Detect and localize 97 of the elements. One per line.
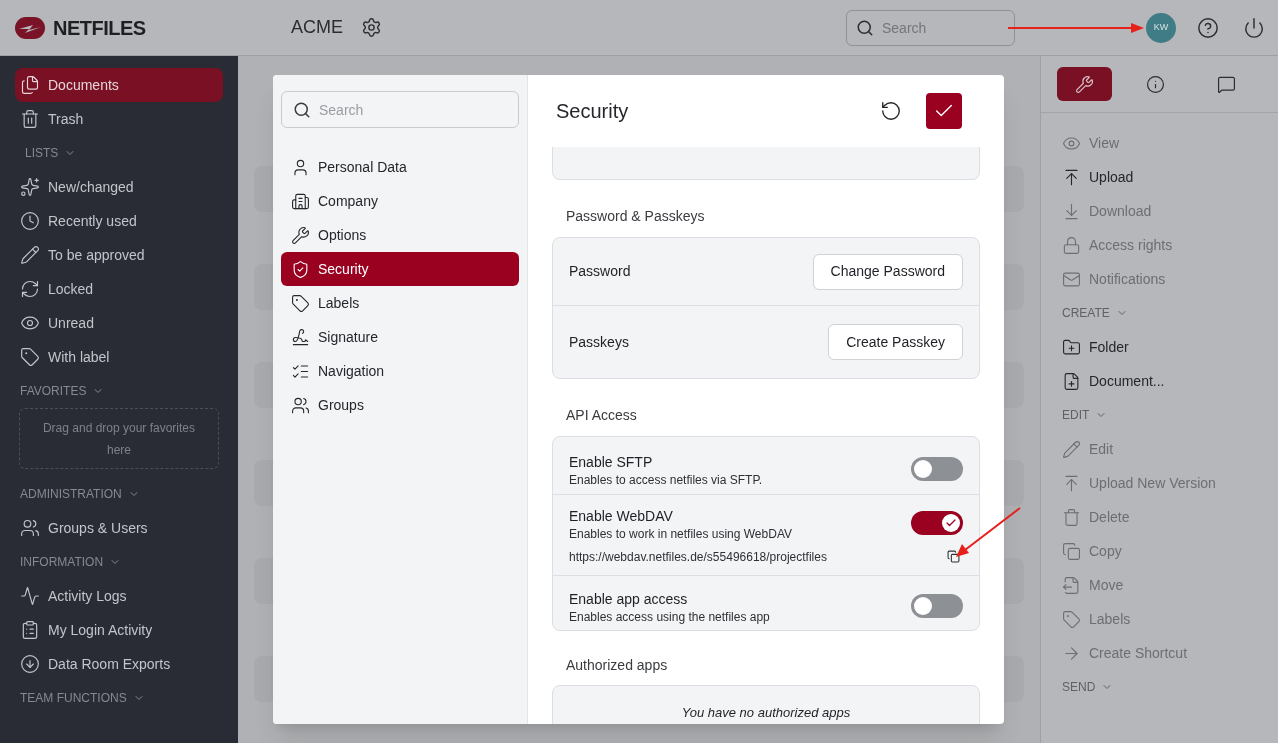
documents-icon: [20, 75, 40, 95]
action-button[interactable]: Change Password: [812, 253, 963, 290]
sidebar-item[interactable]: Documents: [15, 68, 223, 102]
logo-text: NETFILES: [53, 15, 146, 41]
reset-icon[interactable]: [880, 100, 902, 122]
save-button[interactable]: [926, 93, 962, 129]
section-header[interactable]: FAVORITES: [20, 382, 87, 400]
folder-plus-icon: [1062, 337, 1081, 357]
user-avatar[interactable]: KW: [1146, 12, 1176, 43]
search-field[interactable]: Search: [281, 91, 519, 128]
pencil-icon: [1062, 439, 1081, 459]
users-icon: [291, 395, 310, 415]
sidebar-item[interactable]: New/changed: [15, 170, 223, 204]
copy-icon[interactable]: [947, 550, 960, 563]
section-title: Authorized apps: [565, 656, 669, 675]
sidebar-item[interactable]: Recently used: [15, 204, 223, 238]
row-label: Password: [569, 262, 632, 281]
toggle-switch[interactable]: [911, 457, 963, 481]
sparkle-star-icon: [20, 177, 40, 197]
comment-icon: [1217, 74, 1236, 94]
settings-nav-item[interactable]: Options: [281, 218, 519, 252]
tag-icon: [20, 347, 40, 367]
section-header[interactable]: LISTS: [25, 144, 59, 162]
search-icon: [856, 18, 874, 37]
shield-icon: [291, 259, 310, 279]
wrench-icon: [291, 225, 310, 245]
row-label: Passkeys: [569, 332, 630, 352]
annotation-arrow: [955, 506, 1022, 558]
workspace-name: ACME: [291, 16, 343, 39]
favorites-dropzone: Drag and drop your favorites here: [19, 408, 219, 469]
action-item[interactable]: Folder: [1062, 330, 1257, 364]
list-icon: [20, 620, 40, 640]
power-icon[interactable]: [1243, 16, 1265, 39]
sidebar-item[interactable]: Unread: [15, 306, 223, 340]
sidebar-item[interactable]: To be approved: [15, 238, 223, 272]
sidebar-item[interactable]: My Login Activity: [15, 613, 223, 647]
sidebar-item[interactable]: With label: [15, 340, 223, 374]
section-title: API Access: [565, 406, 638, 425]
info-icon: [1146, 74, 1165, 94]
search-icon: [293, 101, 311, 119]
settings-nav-item[interactable]: Personal Data: [281, 150, 519, 184]
trash-icon: [1062, 507, 1081, 527]
sidebar-item[interactable]: Trash: [15, 102, 223, 136]
empty-message: You have no authorized apps: [681, 704, 851, 722]
file-plus-icon: [1062, 371, 1081, 391]
settings-nav-item[interactable]: Navigation: [281, 354, 519, 388]
section-header[interactable]: TEAM FUNCTIONS: [20, 689, 127, 707]
building-icon: [291, 191, 310, 211]
wrench-icon: [1075, 74, 1094, 94]
help-icon[interactable]: [1197, 16, 1219, 39]
download-icon: [1062, 201, 1081, 221]
upload-icon: [1062, 473, 1081, 493]
logo-icon: [15, 16, 45, 39]
settings-nav-item[interactable]: Security: [281, 252, 519, 286]
setting-label: Enable app access: [569, 590, 689, 608]
trash-icon: [20, 109, 40, 129]
search-field[interactable]: Search: [846, 9, 1015, 46]
users-icon: [20, 518, 40, 538]
setting-label: Enable WebDAV: [569, 507, 674, 525]
setting-description: Enables to access netfiles via SFTP.: [569, 472, 764, 489]
pencil-icon: [20, 245, 40, 265]
copy-icon: [1062, 541, 1081, 561]
settings-icon[interactable]: [361, 17, 382, 38]
setting-description: Enables to work in netfiles using WebDAV: [569, 526, 793, 543]
file-move-icon: [1062, 575, 1081, 595]
refresh-icon: [20, 279, 40, 299]
lock-icon: [1062, 235, 1081, 255]
action-item[interactable]: Upload: [1062, 160, 1257, 194]
section-title: Password & Passkeys: [565, 207, 706, 226]
dialog-title: Security: [556, 99, 630, 124]
clock-icon: [20, 211, 40, 231]
signature-icon: [291, 327, 310, 347]
user-icon: [291, 157, 310, 177]
tag-icon: [1062, 609, 1081, 629]
tag-icon: [291, 293, 310, 313]
panel-tab[interactable]: [1057, 67, 1112, 101]
settings-nav-item[interactable]: Company: [281, 184, 519, 218]
settings-nav-item[interactable]: Signature: [281, 320, 519, 354]
sidebar-item[interactable]: Data Room Exports: [15, 647, 223, 681]
section-header[interactable]: INFORMATION: [20, 553, 104, 571]
section-header[interactable]: ADMINISTRATION: [20, 485, 122, 503]
chart-icon: [20, 586, 40, 606]
toggle-switch[interactable]: [911, 594, 963, 618]
setting-label: Enable SFTP: [569, 453, 654, 471]
check-icon: [945, 517, 957, 529]
sidebar-item[interactable]: Groups & Users: [15, 511, 223, 545]
webdav-url: https://webdav.netfiles.de/s55496618/projectfiles: [569, 549, 828, 566]
sidebar-item[interactable]: Activity Logs: [15, 579, 223, 613]
download-circle-icon: [20, 654, 40, 674]
sidebar-item[interactable]: Locked: [15, 272, 223, 306]
settings-nav-item[interactable]: Labels: [281, 286, 519, 320]
setting-description: Enables access using the netfiles app: [569, 609, 771, 626]
action-item[interactable]: Document...: [1062, 364, 1257, 398]
upload-icon: [1062, 167, 1081, 187]
settings-nav-item[interactable]: Groups: [281, 388, 519, 422]
action-button[interactable]: Create Passkey: [828, 324, 963, 360]
toggle-switch[interactable]: [911, 511, 963, 535]
